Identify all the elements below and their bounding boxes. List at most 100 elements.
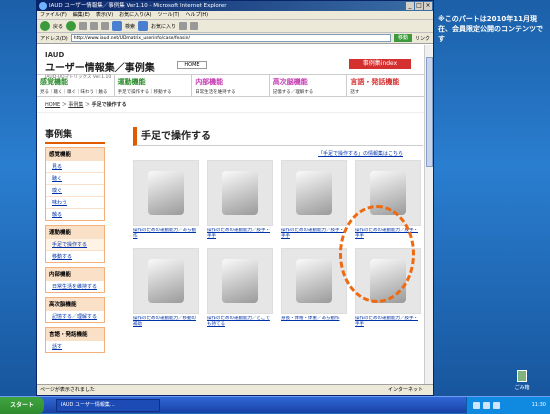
index-button[interactable]: 事例集index xyxy=(349,59,411,69)
main-content: 手足で操作する 「手足で操作する」の情報集はこちら 操作のための運動能力／あら動… xyxy=(133,127,423,330)
home-button[interactable]: HOME xyxy=(177,61,207,69)
category-language[interactable]: 言語・発話機能 話す xyxy=(347,75,425,96)
case-photo[interactable] xyxy=(281,160,347,226)
sidebar-item-hear[interactable]: 聴く xyxy=(46,172,104,184)
sidebar-group-title: 内部機能 xyxy=(46,268,104,280)
sidebar-group-title: 高次脳機能 xyxy=(46,298,104,310)
case-card[interactable]: 操作のための運動能力／移動の補助 xyxy=(133,248,199,330)
tray-icon[interactable] xyxy=(493,402,500,409)
favorites-label[interactable]: お気に入り xyxy=(151,23,176,30)
case-card[interactable]: 操作のための運動能力／肢手・手手 xyxy=(355,160,421,242)
breadcrumb-home[interactable]: HOME xyxy=(45,102,60,108)
breadcrumb-case[interactable]: 事例集 xyxy=(68,102,83,108)
case-caption[interactable]: 操作のための運動能力／肢手・手手 xyxy=(355,316,421,330)
case-caption[interactable]: 操作のための運動能力／肢手・手手 xyxy=(207,228,273,242)
menu-bar: ファイル(F) 編集(E) 表示(V) お気に入り(A) ツール(T) ヘルプ(… xyxy=(37,11,433,20)
menu-view[interactable]: 表示(V) xyxy=(96,11,113,19)
vertical-scrollbar[interactable] xyxy=(424,45,433,385)
category-internal[interactable]: 内部機能 日常生活を維持する xyxy=(192,75,270,96)
breadcrumb-current: 手足で操作する xyxy=(91,102,127,108)
site-logo[interactable]: IAUD ユーザー情報集／事例集 IAUD-UDマトリックス Ver.1.10 xyxy=(45,51,155,80)
tray-icon[interactable] xyxy=(483,402,490,409)
sidebar-item-touch[interactable]: 触る xyxy=(46,208,104,220)
sidebar-item-taste[interactable]: 味わう xyxy=(46,196,104,208)
forward-icon[interactable] xyxy=(66,21,77,31)
search-label[interactable]: 検索 xyxy=(125,23,135,30)
case-photo[interactable] xyxy=(207,160,273,226)
case-card[interactable]: 操作のための運動能力／肢手・手手 xyxy=(281,160,347,242)
case-caption[interactable]: 身長・体格・体重／あら動作 xyxy=(281,316,347,330)
category-cognitive[interactable]: 高次脳機能 記憶する／理解する xyxy=(270,75,348,96)
case-photo[interactable] xyxy=(355,248,421,314)
menu-edit[interactable]: 編集(E) xyxy=(73,11,90,19)
category-items[interactable]: 話す xyxy=(350,89,421,95)
refresh-icon[interactable] xyxy=(90,22,99,30)
status-zone: インターネット xyxy=(387,387,423,393)
case-caption[interactable]: 操作のための運動能力／肢手・手手 xyxy=(281,228,347,242)
mail-icon[interactable] xyxy=(179,22,188,30)
case-photo[interactable] xyxy=(133,248,199,314)
info-link[interactable]: 「手足で操作する」の情報集はこちら xyxy=(133,150,403,157)
recycle-bin[interactable]: ごみ箱 xyxy=(512,370,532,391)
sidebar-item-speak[interactable]: 話す xyxy=(46,340,104,352)
system-tray: 11:30 xyxy=(466,397,550,414)
menu-tools[interactable]: ツール(T) xyxy=(158,11,180,19)
case-card[interactable]: 身長・体格・体重／あら動作 xyxy=(281,248,347,330)
search-icon[interactable] xyxy=(112,21,123,31)
case-caption[interactable]: 操作のための運動能力／肢手・手手 xyxy=(355,228,421,242)
menu-file[interactable]: ファイル(F) xyxy=(40,11,67,19)
case-caption[interactable]: 操作のための運動能力／どこでも持てる xyxy=(207,316,273,330)
start-button[interactable]: スタート xyxy=(0,397,44,414)
category-items[interactable]: 見る｜聴く｜嗅ぐ｜味わう｜触る xyxy=(40,89,111,95)
taskbar-item-browser[interactable]: IAUD ユーザー情報集… xyxy=(56,399,160,412)
favorites-icon[interactable] xyxy=(138,21,149,31)
sidebar-item-smell[interactable]: 嗅ぐ xyxy=(46,184,104,196)
address-input[interactable]: http://www.iaud.net/UDmatrix_userinfo/ca… xyxy=(70,34,391,42)
sidebar-item-see[interactable]: 見る xyxy=(46,160,104,172)
category-title: 内部機能 xyxy=(195,78,224,86)
category-items[interactable]: 記憶する／理解する xyxy=(273,89,344,95)
sidebar-item-memory[interactable]: 記憶する／理解する xyxy=(46,310,104,322)
sidebar-group-internal: 内部機能 日常生活を維持する xyxy=(45,267,105,293)
web-page: IAUD ユーザー情報集／事例集 IAUD-UDマトリックス Ver.1.10 … xyxy=(37,45,425,385)
sidebar-item-move[interactable]: 移動する xyxy=(46,250,104,262)
stop-icon[interactable] xyxy=(79,22,88,30)
site-title: ユーザー情報集／事例集 xyxy=(45,63,155,74)
case-photo[interactable] xyxy=(207,248,273,314)
window-title: IAUD ユーザー情報集／事例集 Ver1.10 - Microsoft Int… xyxy=(49,3,227,9)
recycle-bin-icon[interactable] xyxy=(517,370,527,382)
sidebar-group-cognitive: 高次脳機能 記憶する／理解する xyxy=(45,297,105,323)
status-bar: ページが表示されました インターネット xyxy=(37,384,433,395)
scrollbar-thumb[interactable] xyxy=(426,57,433,167)
case-card[interactable]: 操作のための運動能力／どこでも持てる xyxy=(207,248,273,330)
back-icon[interactable] xyxy=(40,21,50,31)
go-button[interactable]: 移動 xyxy=(393,34,412,42)
menu-help[interactable]: ヘルプ(H) xyxy=(185,11,208,19)
category-items[interactable]: 日常生活を維持する xyxy=(195,89,266,95)
close-icon[interactable]: × xyxy=(424,2,432,10)
sidebar-group-sensory: 感覚機能 見る 聴く 嗅ぐ 味わう 触る xyxy=(45,147,105,221)
links-label[interactable]: リンク xyxy=(415,35,430,42)
sidebar-item-operate[interactable]: 手足で操作する xyxy=(46,238,104,250)
menu-favorites[interactable]: お気に入り(A) xyxy=(119,11,151,19)
case-grid: 操作のための運動能力／あら動作 操作のための運動能力／肢手・手手 操作のための運… xyxy=(133,160,423,330)
case-caption[interactable]: 操作のための運動能力／あら動作 xyxy=(133,228,199,242)
sidebar-item-daily-life[interactable]: 日常生活を維持する xyxy=(46,280,104,292)
clock[interactable]: 11:30 xyxy=(532,397,546,414)
case-photo[interactable] xyxy=(281,248,347,314)
maximize-icon[interactable]: □ xyxy=(415,2,423,10)
back-label[interactable]: 戻る xyxy=(53,23,63,30)
case-card[interactable]: 操作のための運動能力／肢手・手手 xyxy=(207,160,273,242)
category-items[interactable]: 手足で操作する｜移動する xyxy=(118,89,189,95)
site-header: IAUD ユーザー情報集／事例集 IAUD-UDマトリックス Ver.1.10 … xyxy=(37,45,425,80)
case-card[interactable]: 操作のための運動能力／肢手・手手 xyxy=(355,248,421,330)
case-caption[interactable]: 操作のための運動能力／移動の補助 xyxy=(133,316,199,330)
case-photo[interactable] xyxy=(355,160,421,226)
case-card[interactable]: 操作のための運動能力／あら動作 xyxy=(133,160,199,242)
print-icon[interactable] xyxy=(190,22,199,30)
case-photo[interactable] xyxy=(133,160,199,226)
tray-icon[interactable] xyxy=(473,402,480,409)
minimize-icon[interactable]: _ xyxy=(406,2,414,10)
home-icon[interactable] xyxy=(101,22,110,30)
sidebar-group-title: 感覚機能 xyxy=(46,148,104,160)
